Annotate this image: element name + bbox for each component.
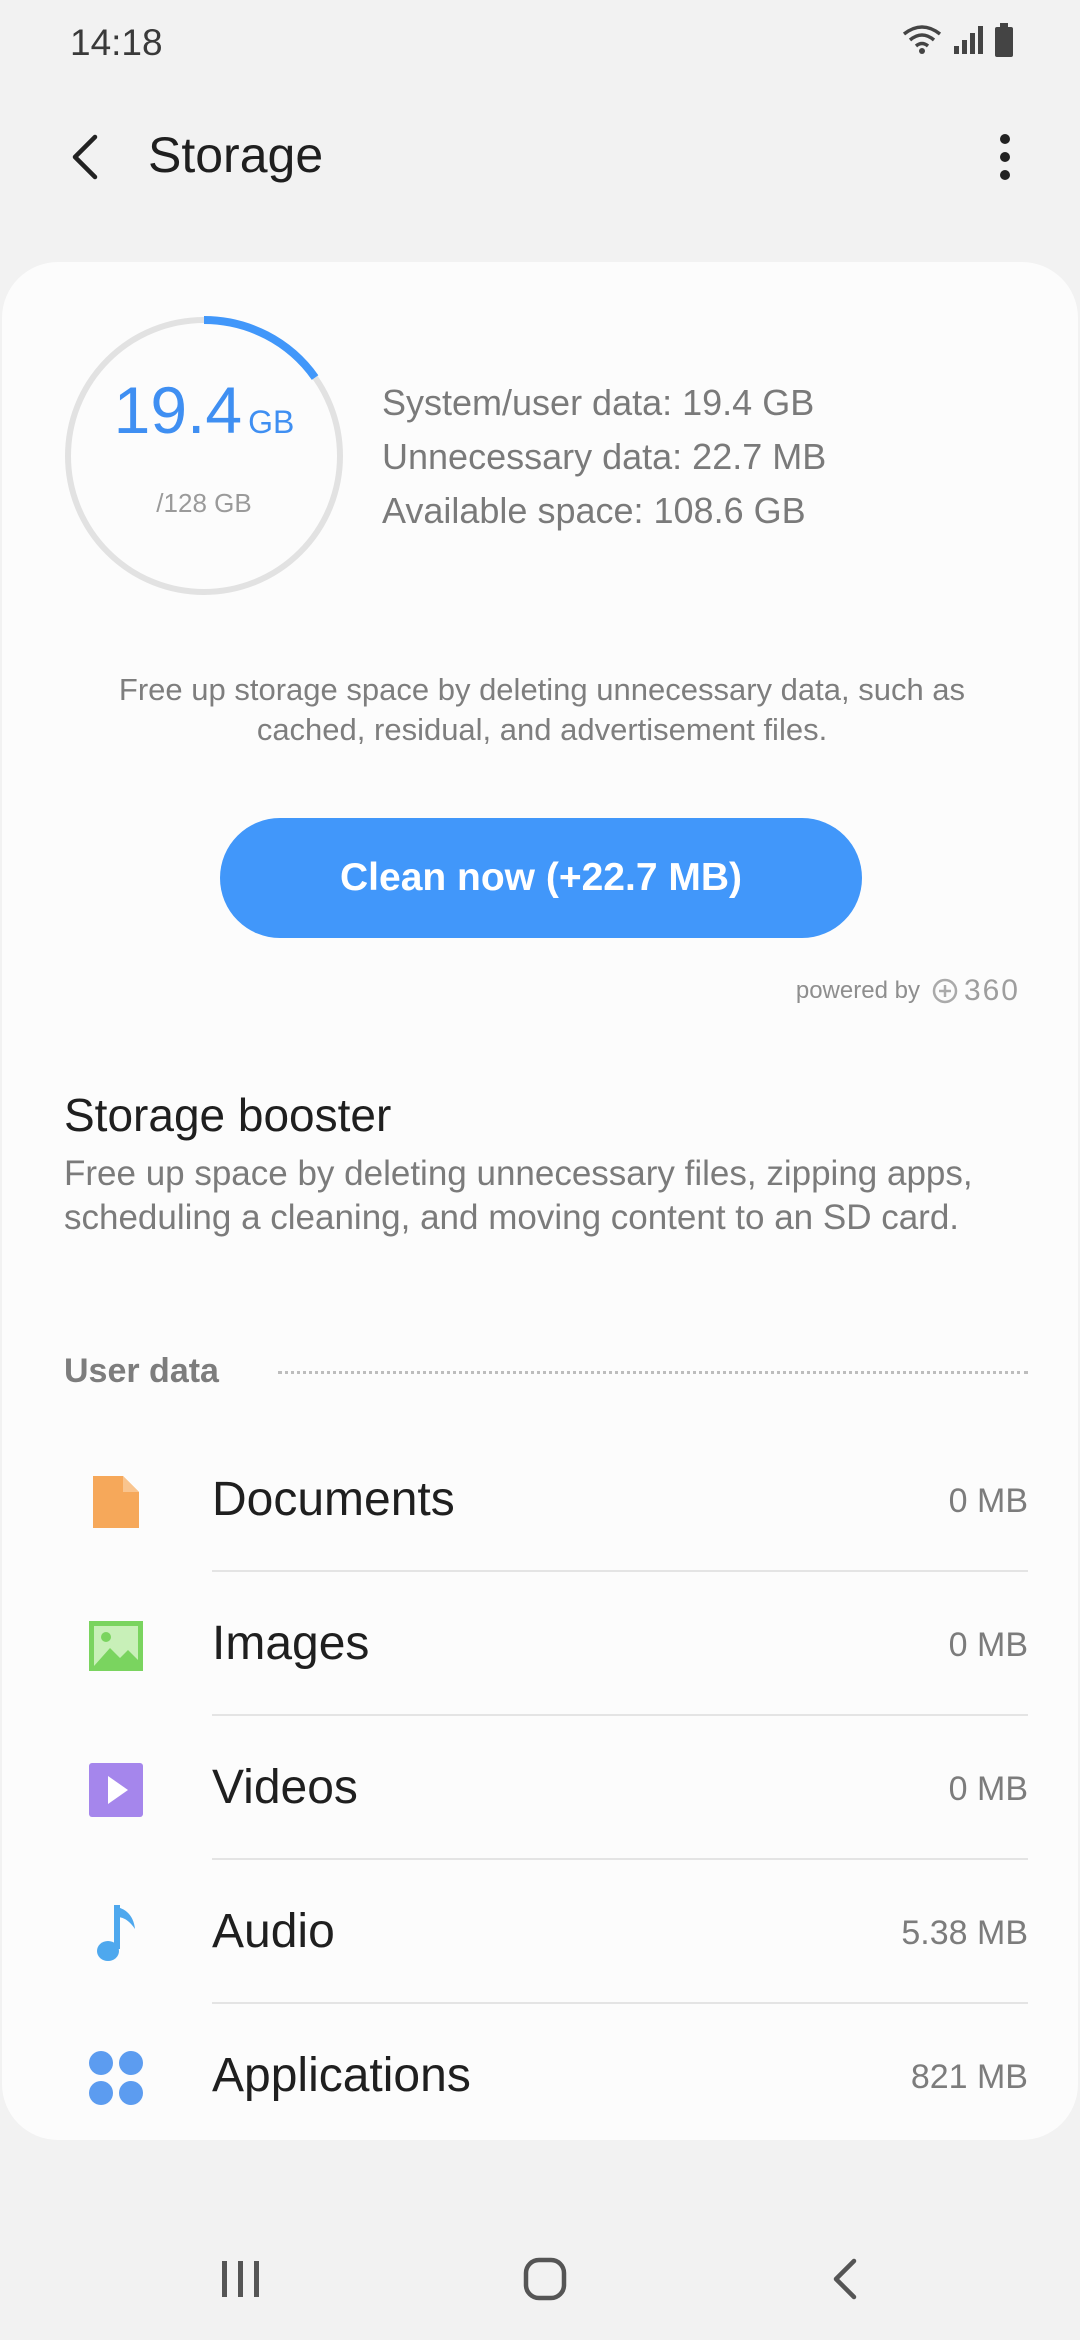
more-options-button[interactable] [970, 122, 1040, 192]
image-icon [86, 1616, 146, 1676]
powered-by-logo: 360 [932, 974, 1020, 1008]
list-item-value: 5.38 MB [901, 1914, 1028, 1952]
storage-ring [64, 316, 344, 596]
list-item-applications[interactable]: Applications 821 MB [2, 2004, 1078, 2148]
list-item-audio[interactable]: Audio 5.38 MB [2, 1860, 1078, 2004]
user-data-header: User data [64, 1352, 219, 1390]
nav-back-button[interactable] [800, 2244, 890, 2314]
360-logo-icon [932, 978, 958, 1004]
clean-description: Free up storage space by deleting unnece… [118, 672, 966, 747]
used-storage: 19.4 GB [62, 372, 346, 448]
powered-by: powered by 360 [796, 974, 1020, 1008]
list-item-label: Applications [212, 2049, 471, 2102]
list-item-value: 0 MB [948, 1770, 1028, 1808]
recent-apps-icon [222, 2261, 259, 2297]
status-bar: 14:18 [0, 0, 1080, 84]
360-logo-text: 360 [963, 974, 1020, 1007]
clean-now-button[interactable]: Clean now (+22.7 MB) [220, 818, 862, 938]
video-icon [86, 1760, 146, 1820]
storage-booster-description[interactable]: Free up space by deleting unnecessary fi… [64, 1152, 1024, 1240]
page-title: Storage [148, 127, 324, 183]
more-vertical-icon [1000, 134, 1010, 180]
wifi-icon [902, 25, 942, 54]
used-storage-unit: GB [248, 404, 295, 440]
home-icon [523, 2257, 567, 2301]
section-divider [278, 1371, 1028, 1374]
list-item-label: Documents [212, 1473, 455, 1526]
status-icons [902, 20, 1014, 60]
apps-grid-icon [86, 2048, 146, 2108]
navigation-bar [0, 2220, 1080, 2340]
unnecessary-data: Unnecessary data: 22.7 MB [382, 436, 827, 477]
back-button[interactable] [50, 122, 120, 192]
list-item-value: 0 MB [948, 1626, 1028, 1664]
app-bar: Storage [0, 100, 1080, 220]
battery-icon [995, 23, 1013, 57]
document-icon [86, 1472, 146, 1532]
storage-stats: System/user data: 19.4 GB Unnecessary da… [382, 376, 826, 538]
system-user-data: System/user data: 19.4 GB [382, 382, 815, 423]
list-item-label: Audio [212, 1905, 335, 1958]
list-item-value: 821 MB [910, 2058, 1028, 2096]
total-storage: /128 GB [156, 488, 252, 518]
list-item-documents[interactable]: Documents 0 MB [2, 1428, 1078, 1572]
signal-icon [954, 26, 983, 54]
storage-card: 19.4 GB /128 GB System/user data: 19.4 GB… [2, 262, 1078, 2140]
powered-by-label: powered by [795, 977, 920, 1004]
nav-back-icon [833, 2258, 857, 2300]
list-item-images[interactable]: Images 0 MB [2, 1572, 1078, 1716]
list-item-videos[interactable]: Videos 0 MB [2, 1716, 1078, 1860]
list-item-value: 0 MB [948, 1482, 1028, 1520]
home-button[interactable] [500, 2244, 590, 2314]
back-arrow-icon [72, 134, 98, 180]
storage-booster-title[interactable]: Storage booster [64, 1088, 391, 1142]
status-time: 14:18 [70, 22, 163, 63]
available-space: Available space: 108.6 GB [382, 490, 806, 531]
list-item-label: Images [212, 1617, 370, 1670]
music-note-icon [86, 1904, 146, 1964]
recent-apps-button[interactable] [196, 2244, 286, 2314]
used-storage-value: 19.4 [113, 373, 243, 447]
list-item-label: Videos [212, 1761, 358, 1814]
